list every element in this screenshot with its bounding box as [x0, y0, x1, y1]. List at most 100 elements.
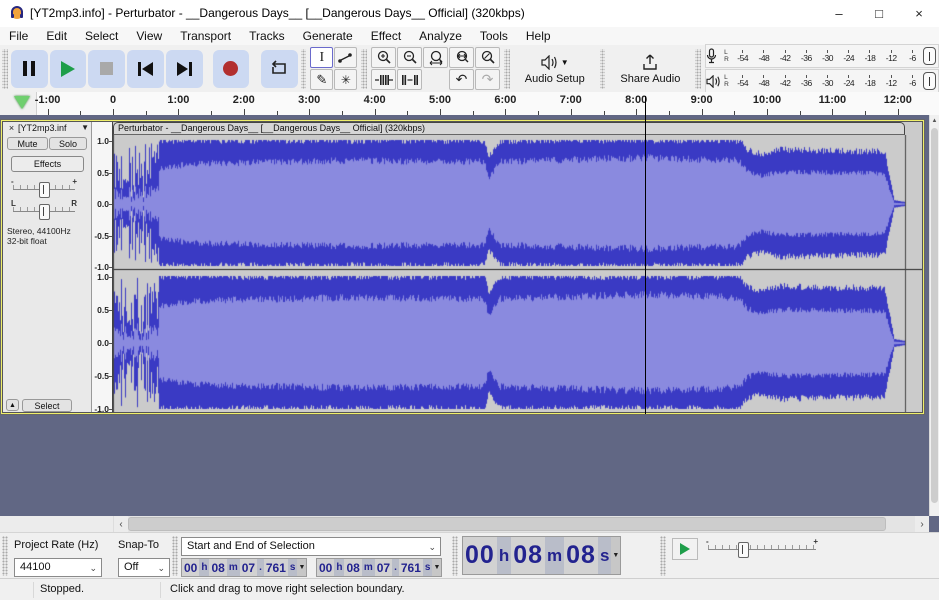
stop-button[interactable]: [88, 50, 125, 88]
menu-transport[interactable]: Transport: [171, 27, 240, 45]
time-unit[interactable]: m: [545, 537, 564, 574]
loop-button[interactable]: [261, 50, 298, 88]
waveform[interactable]: [113, 135, 923, 413]
meter-toolbar-grip[interactable]: [695, 49, 701, 89]
horizontal-scrollbar[interactable]: ‹ ›: [0, 516, 929, 532]
time-unit[interactable]: h: [334, 559, 344, 576]
redo-button[interactable]: ↷: [475, 69, 500, 90]
timeline-ruler[interactable]: -1:0001:002:003:004:005:006:007:008:009:…: [0, 92, 939, 116]
collapse-track-button[interactable]: ▲: [6, 399, 19, 411]
playback-volume-slider[interactable]: [923, 72, 936, 90]
time-digit[interactable]: 08: [209, 559, 226, 576]
selection-end-time[interactable]: 00h08m07.761s▼: [316, 558, 442, 577]
time-format-dropdown-icon[interactable]: ▼: [611, 537, 620, 574]
time-unit[interactable]: s: [598, 537, 611, 574]
minimize-button[interactable]: –: [819, 0, 859, 27]
play-button[interactable]: [50, 50, 87, 88]
menu-generate[interactable]: Generate: [294, 27, 362, 45]
selection-grip[interactable]: [172, 536, 178, 576]
time-unit[interactable]: m: [227, 559, 240, 576]
audio-position-time[interactable]: 00h08m08s▼: [462, 536, 621, 575]
time-digit[interactable]: 761: [264, 559, 288, 576]
pan-slider[interactable]: L R: [11, 200, 77, 218]
time-digit[interactable]: 08: [344, 559, 361, 576]
track-name[interactable]: [YT2mp3.inf: [18, 123, 80, 134]
selection-tool-button[interactable]: I: [310, 47, 333, 68]
horizontal-scrollbar-thumb[interactable]: [128, 517, 886, 531]
pan-slider-thumb[interactable]: [39, 204, 50, 220]
time-digit[interactable]: 00: [182, 559, 199, 576]
recording-meter[interactable]: LR -54-48-42-36-30-24-18-12-6: [705, 44, 939, 68]
record-button[interactable]: [213, 50, 250, 88]
playhead-cursor[interactable]: [645, 96, 646, 414]
menu-analyze[interactable]: Analyze: [410, 27, 471, 45]
gain-slider[interactable]: - +: [11, 178, 77, 196]
share-audio-grip[interactable]: [600, 49, 606, 89]
pinned-play-head-icon[interactable]: [14, 96, 30, 109]
gain-slider-thumb[interactable]: [39, 182, 50, 198]
menu-edit[interactable]: Edit: [37, 27, 76, 45]
time-unit[interactable]: s: [288, 559, 298, 576]
rate-toolbar-grip[interactable]: [2, 536, 8, 576]
menu-tools[interactable]: Tools: [471, 27, 517, 45]
effects-button[interactable]: Effects: [11, 156, 84, 172]
mute-button[interactable]: Mute: [7, 137, 48, 150]
tools-toolbar-grip[interactable]: [301, 49, 307, 89]
menu-file[interactable]: File: [0, 27, 37, 45]
audio-setup-button[interactable]: ▼ Audio Setup: [512, 47, 598, 91]
zoom-out-button[interactable]: [397, 47, 422, 68]
vertical-scrollbar-thumb[interactable]: [931, 128, 938, 503]
play-at-speed-button[interactable]: [672, 538, 698, 560]
playback-meter[interactable]: LR -54-48-42-36-30-24-18-12-6: [705, 69, 939, 93]
play-at-speed-grip[interactable]: [660, 536, 666, 576]
time-digit[interactable]: 08: [564, 537, 598, 574]
solo-button[interactable]: Solo: [49, 137, 87, 150]
maximize-button[interactable]: □: [859, 0, 899, 27]
zoom-toggle-button[interactable]: [475, 47, 500, 68]
vertical-scale-ruler[interactable]: 1.00.50.0-0.5-1.01.00.50.0-0.5-1.0: [92, 122, 113, 412]
track-close-icon[interactable]: ×: [6, 123, 17, 134]
fit-selection-button[interactable]: [423, 47, 448, 68]
project-rate-select[interactable]: 44100⌄: [14, 558, 102, 577]
menu-effect[interactable]: Effect: [362, 27, 410, 45]
time-unit[interactable]: h: [199, 559, 209, 576]
time-unit[interactable]: s: [423, 559, 433, 576]
time-unit[interactable]: .: [392, 559, 399, 576]
select-track-button[interactable]: Select: [22, 399, 72, 412]
audio-setup-grip[interactable]: [504, 49, 510, 89]
edit-toolbar-grip[interactable]: [361, 49, 367, 89]
time-digit[interactable]: 761: [399, 559, 423, 576]
skip-to-start-button[interactable]: [127, 50, 164, 88]
transport-toolbar-grip[interactable]: [2, 49, 8, 89]
menu-tracks[interactable]: Tracks: [240, 27, 294, 45]
vertical-scrollbar[interactable]: ▲: [929, 115, 939, 516]
selection-start-time[interactable]: 00h08m07.761s▼: [181, 558, 307, 577]
clip-header[interactable]: Perturbator - __Dangerous Days__ [__Dang…: [113, 122, 905, 135]
time-digit[interactable]: 00: [317, 559, 334, 576]
time-unit[interactable]: h: [497, 537, 511, 574]
track-menu-dropdown-icon[interactable]: ▼: [81, 123, 89, 132]
menu-view[interactable]: View: [127, 27, 171, 45]
share-audio-button[interactable]: Share Audio: [607, 47, 693, 91]
menu-select[interactable]: Select: [76, 27, 127, 45]
silence-audio-button[interactable]: [397, 69, 422, 90]
time-digit[interactable]: 07: [375, 559, 392, 576]
time-unit[interactable]: .: [257, 559, 264, 576]
fit-project-button[interactable]: [449, 47, 474, 68]
menu-help[interactable]: Help: [517, 27, 560, 45]
envelope-tool-button[interactable]: [334, 47, 357, 68]
snap-to-select[interactable]: Off⌄: [118, 558, 170, 577]
multi-tool-button[interactable]: ✳: [334, 69, 357, 90]
recording-volume-slider[interactable]: [923, 47, 936, 65]
scroll-up-icon[interactable]: ▲: [930, 115, 939, 127]
time-format-dropdown-icon[interactable]: ▼: [432, 559, 441, 576]
play-speed-slider[interactable]: - +: [706, 538, 818, 556]
close-button[interactable]: ×: [899, 0, 939, 27]
time-digit[interactable]: 00: [463, 537, 497, 574]
scroll-left-icon[interactable]: ‹: [114, 519, 128, 530]
time-digit[interactable]: 08: [511, 537, 545, 574]
time-digit[interactable]: 07: [240, 559, 257, 576]
time-toolbar-grip[interactable]: [452, 536, 458, 576]
zoom-in-button[interactable]: [371, 47, 396, 68]
draw-tool-button[interactable]: ✎: [310, 69, 333, 90]
